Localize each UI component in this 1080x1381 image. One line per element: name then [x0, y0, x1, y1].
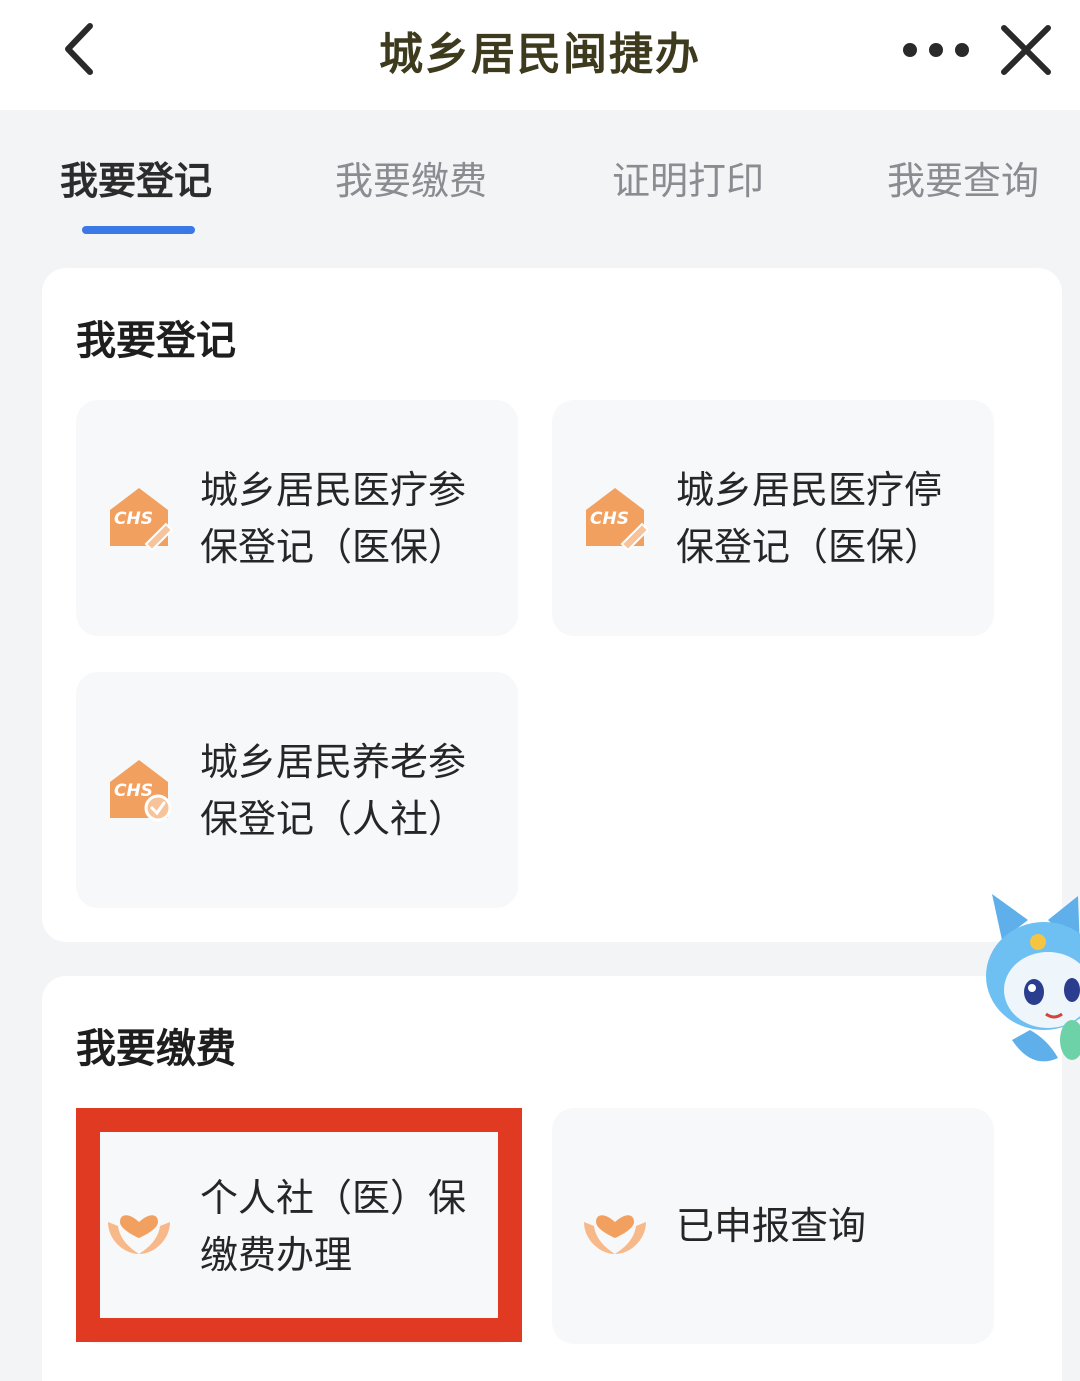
more-button[interactable] — [898, 30, 974, 70]
tile-label-line2: 保登记（人社） — [200, 797, 467, 841]
tile-label-line1: 已申报查询 — [676, 1204, 867, 1248]
more-dots-icon — [903, 43, 969, 57]
back-button[interactable] — [52, 14, 112, 84]
tab-payment[interactable]: 我要缴费 — [335, 150, 487, 205]
close-icon — [1001, 25, 1051, 75]
tile-label-line2: 缴费办理 — [200, 1233, 353, 1277]
chs-check-icon: CHS — [106, 756, 172, 822]
chs-edit-icon: CHS — [106, 484, 174, 552]
tile-declared-query[interactable]: 已申报查询 — [552, 1108, 994, 1344]
tab-query[interactable]: 我要查询 — [887, 150, 1039, 205]
tile-label-line1: 城乡居民医疗参 — [200, 468, 467, 512]
tile-label: 城乡居民养老参 保登记（人社） — [200, 734, 500, 848]
tile-label: 已申报查询 — [676, 1198, 976, 1255]
close-button[interactable] — [996, 20, 1056, 80]
tile-label-line1: 城乡居民医疗停 — [676, 468, 943, 512]
top-nav-bar: 城乡居民闽捷办 — [0, 0, 1080, 110]
tab-bar: 我要登记 我要缴费 证明打印 我要查询 — [0, 110, 1080, 260]
section-register: 我要登记 CHS 城乡居民医疗参 保登记（医保） CHS 城乡居民医疗停 保登记… — [42, 268, 1062, 942]
chevron-left-icon — [65, 23, 93, 75]
page-title: 城乡居民闽捷办 — [379, 29, 701, 80]
tile-medical-insurance-enroll[interactable]: CHS 城乡居民医疗参 保登记（医保） — [76, 400, 518, 636]
tile-label: 城乡居民医疗停 保登记（医保） — [676, 462, 976, 576]
tile-medical-insurance-stop[interactable]: CHS 城乡居民医疗停 保登记（医保） — [552, 400, 994, 636]
tile-label-line2: 保登记（医保） — [200, 525, 467, 569]
tile-label: 个人社（医）保 缴费办理 — [200, 1170, 500, 1284]
hands-heart-icon — [582, 1192, 648, 1258]
icon-lettering: CHS — [590, 509, 629, 529]
mascot-assistant[interactable] — [982, 890, 1080, 1080]
chs-edit-icon: CHS — [582, 484, 650, 552]
tab-register[interactable]: 我要登记 — [60, 150, 212, 205]
tile-label-line1: 个人社（医）保 — [200, 1176, 467, 1220]
hands-heart-icon — [106, 1192, 172, 1258]
tile-label: 城乡居民医疗参 保登记（医保） — [200, 462, 500, 576]
tile-label-line2: 保登记（医保） — [676, 525, 943, 569]
active-tab-indicator — [82, 226, 195, 234]
mascot-icon — [986, 894, 1080, 1062]
tile-label-line1: 城乡居民养老参 — [200, 740, 467, 784]
icon-lettering: CHS — [114, 509, 153, 529]
tile-personal-payment[interactable]: 个人社（医）保 缴费办理 — [76, 1108, 518, 1344]
section-payment: 我要缴费 个人社（医）保 缴费办理 已申报查询 — [42, 976, 1062, 1381]
section-title: 我要缴费 — [76, 1026, 236, 1072]
app-page: 城乡居民闽捷办 我要登记 我要缴费 证明打印 我要查询 我要登记 CHS 城乡居… — [0, 0, 1080, 1381]
section-title: 我要登记 — [76, 318, 236, 364]
tile-pension-enroll[interactable]: CHS 城乡居民养老参 保登记（人社） — [76, 672, 518, 908]
tab-certificate-print[interactable]: 证明打印 — [612, 150, 764, 205]
icon-lettering: CHS — [114, 781, 153, 801]
